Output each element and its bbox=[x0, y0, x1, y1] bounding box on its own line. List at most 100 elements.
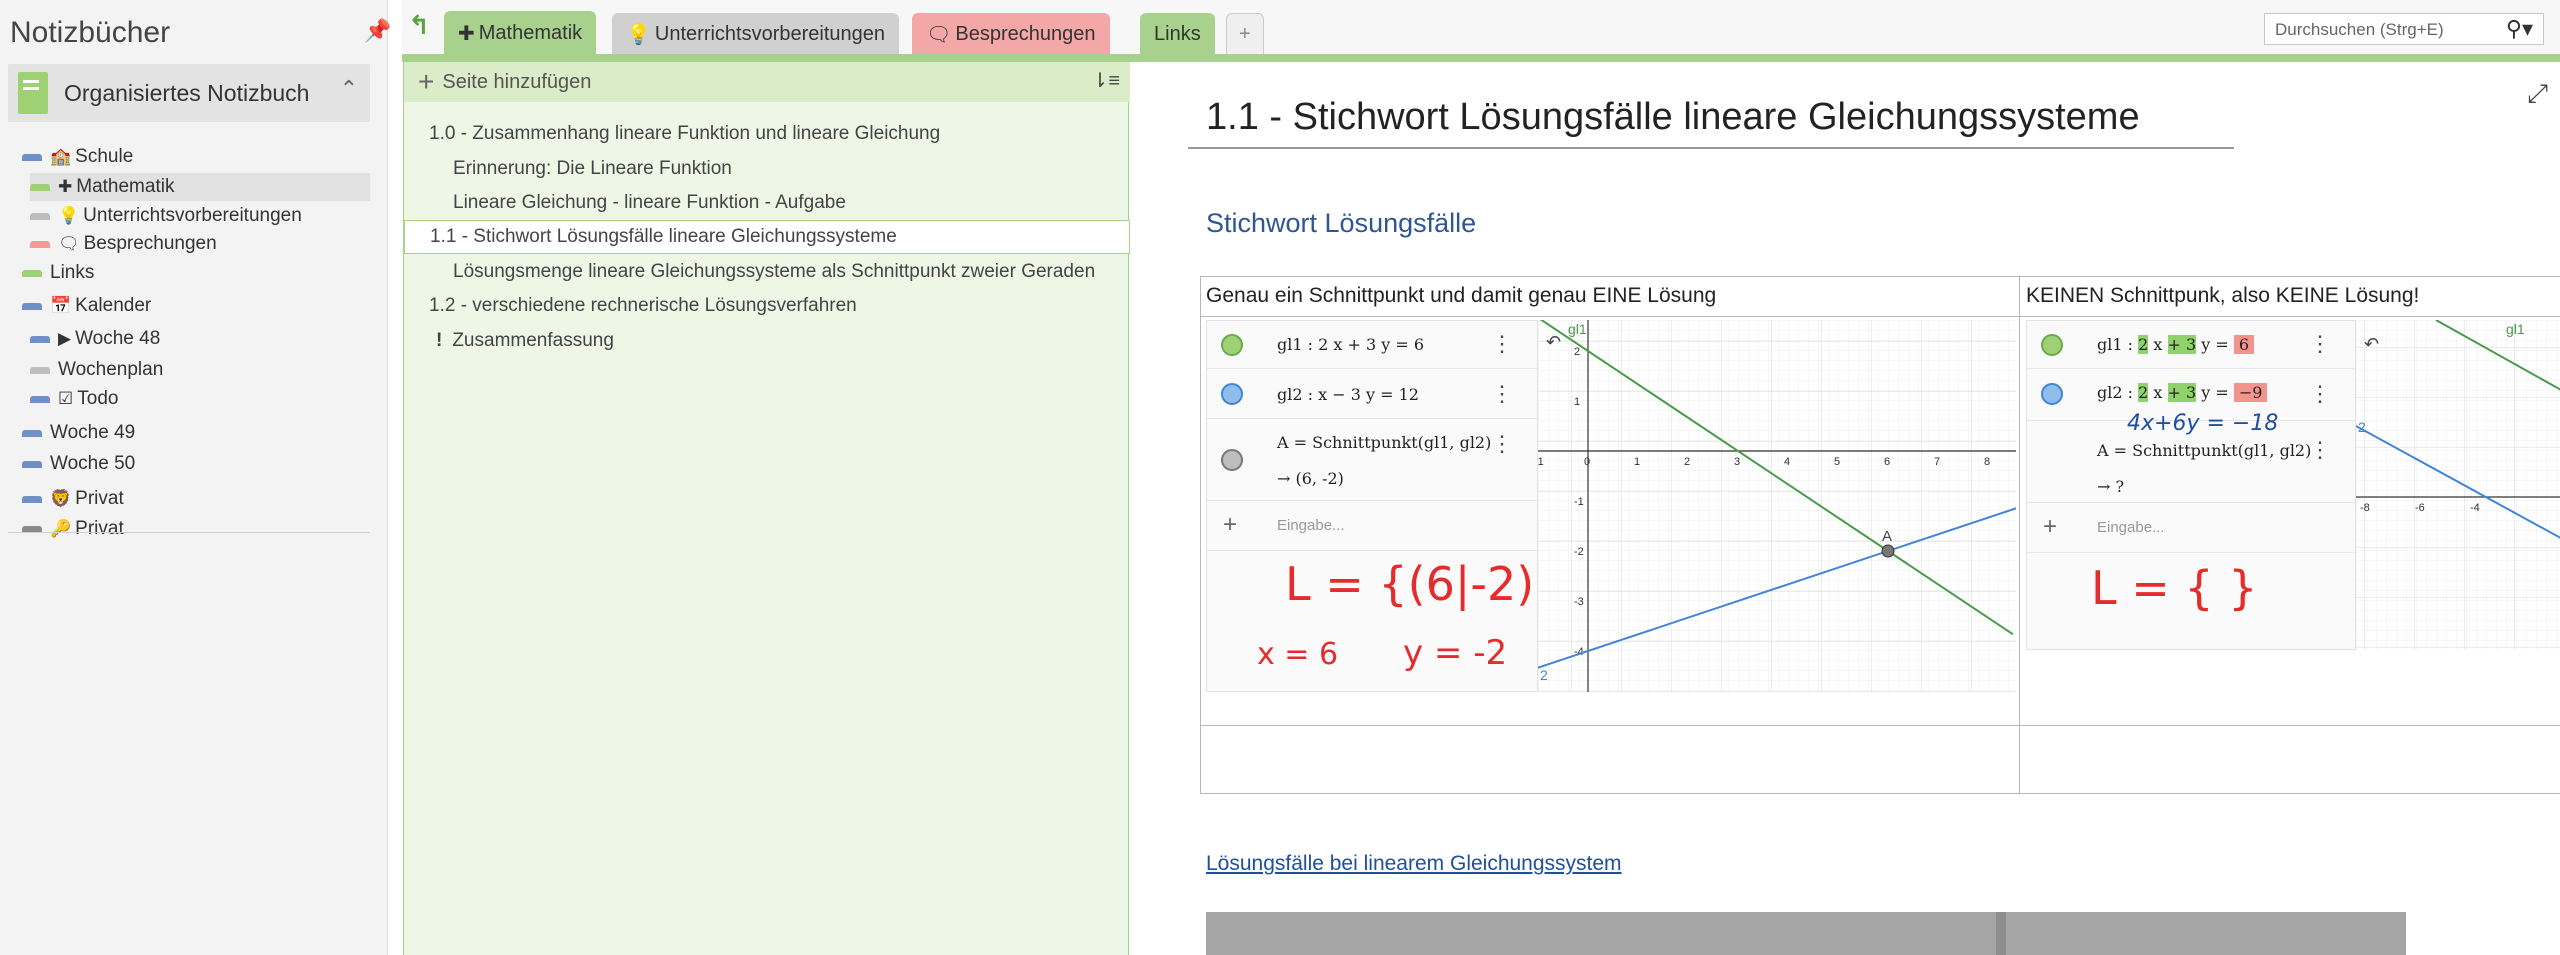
pin-icon[interactable]: 📌 bbox=[364, 18, 391, 44]
tree-item[interactable]: 🦁 Privat bbox=[22, 485, 370, 513]
lightbulb-icon: 💡 bbox=[626, 23, 651, 46]
tree-item[interactable]: Woche 50 bbox=[22, 450, 370, 478]
lion-icon: 🦁 bbox=[50, 489, 72, 508]
page-item[interactable]: Lineare Gleichung - lineare Funktion - A… bbox=[404, 186, 1130, 220]
section-tab[interactable]: 💡 Unterrichtsvorbereitungen bbox=[612, 13, 900, 55]
page-item-label: Lineare Gleichung - lineare Funktion - A… bbox=[453, 192, 846, 213]
add-input-icon[interactable]: + bbox=[1223, 511, 1237, 539]
active-section-bar bbox=[402, 54, 2560, 62]
tree-item[interactable]: 🗨 Besprechungen bbox=[30, 230, 370, 258]
section-tab[interactable]: ✚ Mathematik bbox=[444, 11, 597, 56]
algebra-view: gl1 : 2 x + 3 y = 6 ⋮ gl2 : x − 3 y = 12… bbox=[1206, 320, 1563, 692]
search-icon[interactable]: ⚲▾ bbox=[2506, 16, 2533, 42]
divider bbox=[1996, 912, 2006, 955]
more-options-icon[interactable]: ⋮ bbox=[1491, 381, 1513, 407]
section-tab-label: Besprechungen bbox=[955, 22, 1096, 45]
line-label-gl1: gl1 bbox=[2506, 321, 2525, 337]
notebooks-title: Notizbücher bbox=[10, 16, 171, 49]
tree-item[interactable]: 📅 Kalender bbox=[22, 292, 370, 320]
visibility-dot-green[interactable] bbox=[1221, 334, 1243, 356]
section-color-tab bbox=[22, 302, 42, 310]
handwriting-x: x = 6 bbox=[1257, 637, 1339, 672]
y-tick-label: 1 bbox=[1574, 396, 1580, 408]
section-color-tab bbox=[30, 183, 50, 191]
x-tick-label: -6 bbox=[2415, 502, 2425, 514]
speech-bubbles-icon: 🗨 bbox=[58, 234, 80, 253]
page-item[interactable]: 1.1 - Stichwort Lösungsfälle lineare Gle… bbox=[404, 220, 1130, 254]
sort-icon[interactable]: ⇂≡ bbox=[1092, 68, 1120, 93]
tree-item[interactable]: Woche 49 bbox=[22, 419, 370, 447]
expand-icon[interactable]: ⤢ bbox=[2527, 78, 2548, 110]
notebook-selector[interactable]: Organisiertes Notizbuch ⌃ bbox=[8, 64, 370, 122]
table-cell-empty[interactable] bbox=[2019, 725, 2560, 794]
tree-item[interactable]: ☑ Todo bbox=[30, 385, 370, 413]
lightbulb-icon: 💡 bbox=[58, 206, 80, 225]
tree-item[interactable]: Links bbox=[22, 259, 370, 287]
section-tab-label: Links bbox=[1154, 22, 1201, 45]
back-arrow-icon[interactable]: ↰ bbox=[408, 10, 430, 41]
page-item[interactable]: Lösungsmenge lineare Gleichungssysteme a… bbox=[404, 255, 1130, 289]
page-item[interactable]: Erinnerung: Die Lineare Funktion bbox=[404, 152, 1130, 186]
section-color-tab bbox=[22, 269, 42, 277]
tree-item[interactable]: 💡 Unterrichtsvorbereitungen bbox=[30, 202, 370, 230]
page-item-label: 1.0 - Zusammenhang lineare Funktion und … bbox=[429, 123, 941, 144]
y-tick-label: 2 bbox=[1574, 346, 1580, 358]
exclamation-icon: ! bbox=[436, 330, 443, 351]
visibility-dot-blue[interactable] bbox=[2041, 383, 2063, 405]
section-tab-label: + bbox=[1239, 22, 1251, 45]
table-cell-empty[interactable] bbox=[1200, 725, 2020, 794]
visibility-dot-green[interactable] bbox=[2041, 334, 2063, 356]
video-link[interactable]: Lösungsfälle bei linearem Gleichungssyst… bbox=[1206, 852, 1622, 876]
page-item[interactable]: 1.0 - Zusammenhang lineare Funktion und … bbox=[404, 117, 1130, 151]
subheading[interactable]: Stichwort Lösungsfälle bbox=[1206, 208, 1476, 239]
more-options-icon[interactable]: ⋮ bbox=[1491, 431, 1513, 457]
page-list: + Seite hinzufügen ⇂≡ 1.0 - Zusammenhang… bbox=[403, 62, 1130, 955]
page-item[interactable]: 1.2 - verschiedene rechnerische Lösungsv… bbox=[404, 289, 1130, 323]
algebra-row[interactable]: gl2 : x − 3 y = 12 ⋮ bbox=[1207, 369, 1537, 419]
more-options-icon[interactable]: ⋮ bbox=[2309, 381, 2331, 407]
input-placeholder[interactable]: Eingabe... bbox=[2097, 519, 2165, 536]
section-tab[interactable]: 🗨 Besprechungen bbox=[912, 13, 1110, 55]
algebra-row[interactable]: gl1 : 2 x + 3 y = 6 ⋮ bbox=[2027, 321, 2355, 369]
search-input[interactable]: Durchsuchen (Strg+E) ⚲▾ bbox=[2264, 13, 2544, 45]
command-result: → ? bbox=[2097, 477, 2125, 496]
add-input-icon[interactable]: + bbox=[2043, 513, 2057, 541]
input-placeholder[interactable]: Eingabe... bbox=[1277, 517, 1345, 534]
add-page-button[interactable]: + Seite hinzufügen bbox=[404, 62, 1130, 102]
command-intersect: A = Schnittpunkt(gl1, gl2) bbox=[2097, 441, 2312, 460]
visibility-dot-blue[interactable] bbox=[1221, 383, 1243, 405]
divider bbox=[8, 532, 370, 533]
plus-icon: + bbox=[418, 66, 435, 97]
notebook-icon bbox=[18, 72, 48, 114]
tree-item[interactable]: ✚ Mathematik bbox=[30, 173, 370, 201]
page-item-label: 1.2 - verschiedene rechnerische Lösungsv… bbox=[429, 295, 857, 316]
algebra-row[interactable]: A = Schnittpunkt(gl1, gl2) → (6, -2) ⋮ bbox=[1207, 419, 1537, 501]
tree-item[interactable]: ▶ Woche 48 bbox=[30, 325, 370, 353]
more-options-icon[interactable]: ⋮ bbox=[1491, 331, 1513, 357]
visibility-dot-gray[interactable] bbox=[1221, 449, 1243, 471]
tree-item-label: Woche 49 bbox=[50, 422, 136, 443]
tree-item[interactable]: 🏫 Schule bbox=[22, 143, 370, 171]
add-section-tab[interactable]: + bbox=[1226, 13, 1264, 55]
x-tick-label: 4 bbox=[1784, 456, 1790, 468]
page-item[interactable]: ! Zusammenfassung bbox=[404, 324, 1130, 358]
algebra-input-row[interactable]: + Eingabe... bbox=[1207, 501, 1537, 551]
graph-view-one-solution[interactable]: -1012345678 21-1-2-3-4 A gl1 2 ↶ bbox=[1538, 320, 2016, 692]
section-tab-label: Mathematik bbox=[478, 22, 583, 44]
column-header-one-solution: Genau ein Schnittpunkt und damit genau E… bbox=[1206, 284, 1717, 307]
more-options-icon[interactable]: ⋮ bbox=[2309, 331, 2331, 357]
algebra-row[interactable]: gl1 : 2 x + 3 y = 6 ⋮ bbox=[1207, 321, 1537, 369]
chevron-up-icon[interactable]: ⌃ bbox=[340, 76, 358, 102]
x-tick-label: 5 bbox=[1834, 456, 1840, 468]
page-item-label: Erinnerung: Die Lineare Funktion bbox=[453, 158, 732, 179]
section-tab[interactable]: Links bbox=[1140, 13, 1215, 55]
embedded-video-placeholder[interactable] bbox=[1206, 912, 2406, 955]
section-tab-label: Unterrichtsvorbereitungen bbox=[654, 22, 886, 45]
algebra-row[interactable]: A = Schnittpunkt(gl1, gl2) → ? ⋮ bbox=[2027, 421, 2355, 503]
algebra-input-row[interactable]: + Eingabe... bbox=[2027, 503, 2355, 553]
tree-item[interactable]: Wochenplan bbox=[30, 356, 370, 384]
more-options-icon[interactable]: ⋮ bbox=[2309, 437, 2331, 463]
tree-item[interactable]: 🔑 Privat bbox=[22, 515, 370, 543]
page-title[interactable]: 1.1 - Stichwort Lösungsfälle lineare Gle… bbox=[1206, 96, 2140, 139]
graph-view-no-solution[interactable]: -8 -6 -4 gl1 2 ↶ bbox=[2356, 320, 2560, 650]
